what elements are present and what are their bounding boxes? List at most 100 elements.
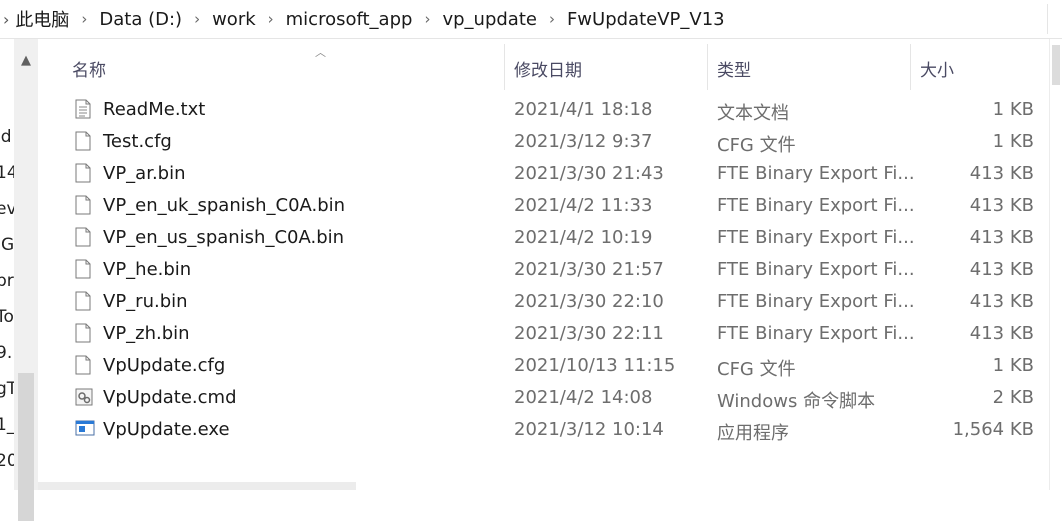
file-row[interactable]: VpUpdate.exe 2021/3/12 10:14 应用程序 1,564 KB bbox=[38, 414, 1050, 446]
column-header-type[interactable]: 类型 bbox=[717, 56, 751, 81]
file-icon bbox=[75, 291, 91, 311]
file-type: 文本文档 bbox=[717, 103, 789, 124]
breadcrumb-segment[interactable]: Data (D:) bbox=[93, 9, 188, 30]
file-modified-date: 2021/4/2 10:19 bbox=[514, 227, 653, 248]
file-size: 1 KB bbox=[992, 355, 1034, 376]
breadcrumb-segment[interactable]: FwUpdateVP_V13 bbox=[561, 9, 731, 30]
file-type: FTE Binary Export Fi... bbox=[717, 195, 915, 216]
file-row[interactable]: VP_en_uk_spanish_C0A.bin 2021/4/2 11:33 FT… bbox=[38, 190, 1050, 222]
file-icon bbox=[75, 131, 91, 151]
file-size: 413 KB bbox=[969, 195, 1034, 216]
breadcrumb-segment[interactable]: microsoft_app bbox=[280, 9, 419, 30]
file-modified-date: 2021/3/12 9:37 bbox=[514, 131, 653, 152]
column-header-size[interactable]: 大小 bbox=[920, 56, 954, 81]
file-row[interactable]: VP_ru.bin 2021/3/30 22:10 FTE Binary Expor… bbox=[38, 286, 1050, 318]
column-header-row: ︿ 名称 修改日期 类型 大小 bbox=[38, 44, 1050, 90]
file-type: CFG 文件 bbox=[717, 359, 796, 380]
file-icon bbox=[75, 227, 91, 247]
navigation-item[interactable]: 20 bbox=[0, 451, 14, 471]
file-size: 413 KB bbox=[969, 227, 1034, 248]
navigation-item[interactable]: pr bbox=[0, 271, 14, 291]
file-row[interactable]: ReadMe.txt 2021/4/1 18:18 文本文档 1 KB bbox=[38, 94, 1050, 126]
column-header-date[interactable]: 修改日期 bbox=[514, 56, 582, 81]
navigation-item[interactable]: gT bbox=[0, 379, 14, 399]
file-name: Test.cfg bbox=[103, 131, 172, 152]
file-name: ReadMe.txt bbox=[103, 99, 206, 120]
file-row[interactable]: VpUpdate.cmd 2021/4/2 14:08 Windows 命令脚本 2 … bbox=[38, 382, 1050, 414]
file-size: 1 KB bbox=[992, 131, 1034, 152]
navigation-item[interactable]: ev bbox=[0, 199, 14, 219]
file-name: VP_ru.bin bbox=[103, 291, 188, 312]
column-divider[interactable] bbox=[504, 44, 505, 90]
column-divider[interactable] bbox=[707, 44, 708, 90]
file-name: VpUpdate.cmd bbox=[103, 387, 237, 408]
navigation-item[interactable]: ld bbox=[0, 127, 12, 147]
file-name: VpUpdate.cfg bbox=[103, 355, 226, 376]
address-bar[interactable]: › 此电脑 › Data (D:) › work › microsoft_app › vp_up… bbox=[0, 0, 1062, 39]
file-type: CFG 文件 bbox=[717, 135, 796, 156]
file-modified-date: 2021/3/30 22:10 bbox=[514, 291, 664, 312]
file-modified-date: 2021/4/2 14:08 bbox=[514, 387, 653, 408]
file-row[interactable]: VP_he.bin 2021/3/30 21:57 FTE Binary Expor… bbox=[38, 254, 1050, 286]
horizontal-scrollbar[interactable] bbox=[38, 482, 356, 490]
file-icon bbox=[75, 195, 91, 215]
file-icon bbox=[75, 163, 91, 183]
chevron-right-icon[interactable]: › bbox=[543, 10, 561, 28]
file-type: 应用程序 bbox=[717, 423, 789, 444]
chevron-right-icon[interactable]: › bbox=[262, 10, 280, 28]
navigation-item[interactable]: 9. bbox=[0, 343, 12, 363]
scroll-up-arrow-icon[interactable]: ▲ bbox=[14, 53, 38, 68]
file-modified-date: 2021/3/30 21:57 bbox=[514, 259, 664, 280]
file-size: 413 KB bbox=[969, 323, 1034, 344]
file-size: 2 KB bbox=[992, 387, 1034, 408]
file-row[interactable]: VP_zh.bin 2021/3/30 22:11 FTE Binary Expor… bbox=[38, 318, 1050, 350]
file-name: VP_zh.bin bbox=[103, 323, 190, 344]
navigation-scroll-thumb[interactable] bbox=[18, 373, 34, 521]
file-icon bbox=[75, 259, 91, 279]
file-row[interactable]: VP_en_us_spanish_C0A.bin 2021/4/2 10:19 FT… bbox=[38, 222, 1050, 254]
file-name: VP_en_uk_spanish_C0A.bin bbox=[103, 195, 346, 216]
chevron-right-icon[interactable]: › bbox=[188, 10, 206, 28]
file-row[interactable]: Test.cfg 2021/3/12 9:37 CFG 文件 1 KB bbox=[38, 126, 1050, 158]
file-size: 413 KB bbox=[969, 259, 1034, 280]
file-modified-date: 2021/10/13 11:15 bbox=[514, 355, 676, 376]
sort-ascending-icon: ︿ bbox=[315, 46, 326, 59]
file-type: FTE Binary Export Fi... bbox=[717, 291, 915, 312]
file-type: Windows 命令脚本 bbox=[717, 391, 876, 412]
address-bar-edge bbox=[1047, 4, 1062, 34]
breadcrumb-segment[interactable]: 此电脑 bbox=[9, 6, 75, 32]
breadcrumb-segment[interactable]: work bbox=[206, 9, 262, 30]
file-icon bbox=[75, 323, 91, 343]
file-name: VP_he.bin bbox=[103, 259, 192, 280]
file-list-scrollbar[interactable] bbox=[1049, 39, 1062, 490]
file-type: FTE Binary Export Fi... bbox=[717, 227, 915, 248]
file-name: VP_en_us_spanish_C0A.bin bbox=[103, 227, 345, 248]
script-file-icon bbox=[75, 387, 93, 407]
file-row[interactable]: VpUpdate.cfg 2021/10/13 11:15 CFG 文件 1 KB bbox=[38, 350, 1050, 382]
navigation-item[interactable]: 1_ bbox=[0, 415, 14, 435]
breadcrumb-segment[interactable]: vp_update bbox=[436, 9, 543, 30]
file-icon bbox=[75, 355, 91, 375]
file-list-scroll-thumb[interactable] bbox=[1052, 45, 1060, 85]
chevron-right-icon[interactable]: › bbox=[75, 10, 93, 28]
file-name: VpUpdate.exe bbox=[103, 419, 230, 440]
file-row[interactable]: VP_ar.bin 2021/3/30 21:43 FTE Binary Expor… bbox=[38, 158, 1050, 190]
navigation-item[interactable]: To bbox=[0, 307, 14, 327]
file-size: 413 KB bbox=[969, 291, 1034, 312]
file-modified-date: 2021/3/30 21:43 bbox=[514, 163, 664, 184]
file-size: 1 KB bbox=[992, 99, 1034, 120]
file-type: FTE Binary Export Fi... bbox=[717, 163, 915, 184]
column-header-name[interactable]: 名称 bbox=[72, 56, 106, 81]
navigation-item[interactable]: JG bbox=[0, 235, 14, 255]
file-modified-date: 2021/3/30 22:11 bbox=[514, 323, 664, 344]
file-list: ReadMe.txt 2021/4/1 18:18 文本文档 1 KB Test.cfg… bbox=[38, 94, 1050, 446]
navigation-pane[interactable]: ld 14 ev JG pr To 9. gT 1_ 20 bbox=[0, 39, 14, 490]
column-divider[interactable] bbox=[910, 44, 911, 90]
file-modified-date: 2021/4/2 11:33 bbox=[514, 195, 653, 216]
file-size: 413 KB bbox=[969, 163, 1034, 184]
chevron-right-icon[interactable]: › bbox=[418, 10, 436, 28]
text-file-icon bbox=[75, 99, 91, 119]
navigation-item[interactable]: 14 bbox=[0, 163, 14, 183]
file-size: 1,564 KB bbox=[952, 419, 1034, 440]
navigation-scrollbar[interactable]: ▲ bbox=[14, 39, 38, 521]
